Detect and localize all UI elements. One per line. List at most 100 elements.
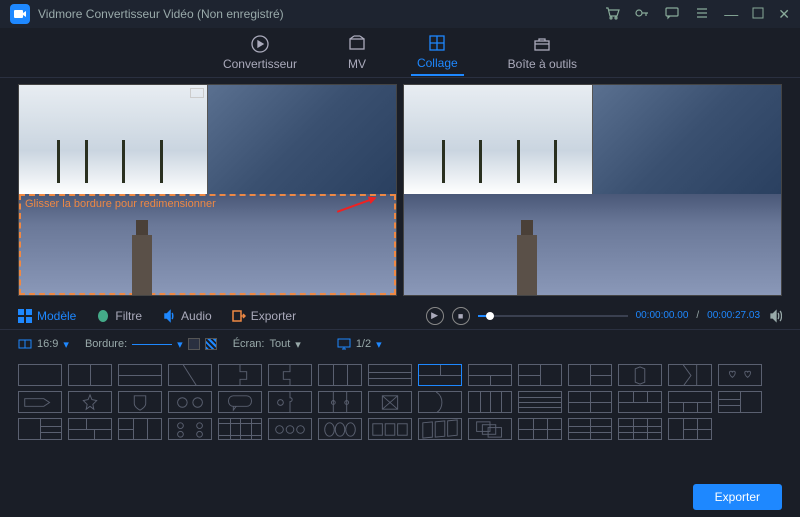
volume-icon[interactable]	[768, 309, 782, 323]
ratio-select[interactable]: 16:9 ▾	[18, 337, 69, 351]
screen-value: Tout	[269, 338, 290, 350]
template-2x2offset[interactable]	[68, 418, 112, 440]
tab-audio[interactable]: Audio	[162, 309, 212, 323]
template-stack3[interactable]	[468, 418, 512, 440]
workspace: Glisser la bordure pour redimensionner	[0, 78, 800, 302]
template-puzzle2[interactable]	[268, 391, 312, 413]
template-3c-l2[interactable]	[118, 418, 162, 440]
chevron-down-icon: ▾	[177, 338, 183, 351]
template-notch-l[interactable]	[268, 364, 312, 386]
stop-button[interactable]: ■	[452, 307, 470, 325]
template-r-split[interactable]	[568, 364, 612, 386]
template-hex[interactable]	[618, 364, 662, 386]
tab-model-label: Modèle	[37, 309, 76, 323]
ratio-value: 16:9	[37, 338, 58, 350]
model-icon	[18, 309, 32, 323]
template-star[interactable]	[68, 391, 112, 413]
tab-toolbox-label: Boîte à outils	[508, 57, 577, 71]
export-button[interactable]: Exporter	[693, 484, 782, 510]
resize-hint: Glisser la bordure pour redimensionner	[25, 198, 216, 210]
menu-icon[interactable]	[694, 5, 710, 24]
tab-converter-label: Convertisseur	[223, 57, 297, 71]
template-t-split[interactable]	[418, 364, 462, 386]
template-1x3[interactable]	[318, 364, 362, 386]
converter-icon	[250, 34, 270, 54]
template-tb-split[interactable]	[468, 364, 512, 386]
color-swatch-1[interactable]	[188, 338, 200, 350]
settings-tabbar: Modèle Filtre Audio Exporter ▶ ■ 00:00:0…	[0, 302, 800, 330]
feedback-icon[interactable]	[664, 5, 680, 24]
template-2x1[interactable]	[118, 364, 162, 386]
color-swatch-2[interactable]	[205, 338, 217, 350]
aspect-badge-icon	[190, 88, 204, 98]
toolbox-icon	[532, 34, 552, 54]
border-style-select[interactable]	[132, 344, 172, 345]
template-arrow[interactable]	[18, 391, 62, 413]
scale-option[interactable]: 1/2 ▾	[337, 337, 382, 351]
template-3x3[interactable]	[618, 418, 662, 440]
template-3skew[interactable]	[418, 418, 462, 440]
template-oval3[interactable]	[318, 418, 362, 440]
template-3rect-h[interactable]	[368, 418, 412, 440]
tab-audio-label: Audio	[181, 309, 212, 323]
key-icon[interactable]	[634, 5, 650, 24]
seek-slider[interactable]	[478, 315, 628, 317]
template-chat[interactable]	[218, 391, 262, 413]
tab-export[interactable]: Exporter	[232, 309, 296, 323]
template-mixed[interactable]	[668, 418, 712, 440]
template-2x3[interactable]	[568, 418, 612, 440]
tab-model[interactable]: Modèle	[18, 309, 76, 323]
tab-collage[interactable]: Collage	[411, 29, 464, 76]
template-l-split[interactable]	[518, 364, 562, 386]
collage-cell-top-right[interactable]	[208, 85, 396, 194]
close-icon[interactable]: ✕	[778, 6, 790, 23]
collage-cell-bottom[interactable]: Glisser la bordure pour redimensionner	[19, 194, 396, 295]
template-2x2[interactable]	[568, 391, 612, 413]
template-2c3r[interactable]	[18, 418, 62, 440]
border-option: Bordure: ▾	[85, 338, 217, 351]
tab-toolbox[interactable]: Boîte à outils	[502, 30, 583, 75]
main-nav: Convertisseur MV Collage Boîte à outils	[0, 28, 800, 78]
template-zigzag[interactable]	[668, 364, 712, 386]
tab-mv[interactable]: MV	[341, 30, 373, 75]
export-icon	[232, 309, 246, 323]
template-shield[interactable]	[118, 391, 162, 413]
tab-converter[interactable]: Convertisseur	[217, 30, 303, 75]
tab-filter[interactable]: Filtre	[96, 309, 142, 323]
template-1x2[interactable]	[68, 364, 112, 386]
template-curve-r[interactable]	[418, 391, 462, 413]
play-button[interactable]: ▶	[426, 307, 444, 325]
template-3circles-h[interactable]	[268, 418, 312, 440]
template-1x1[interactable]	[18, 364, 62, 386]
maximize-icon[interactable]	[752, 6, 764, 22]
screen-option[interactable]: Écran: Tout ▾	[233, 338, 301, 351]
preview-pane	[403, 84, 782, 296]
template-puzzle3[interactable]	[318, 391, 362, 413]
template-xbox[interactable]	[368, 391, 412, 413]
template-notch-r[interactable]	[218, 364, 262, 386]
template-1x4[interactable]	[468, 391, 512, 413]
template-hearts[interactable]	[718, 364, 762, 386]
mv-icon	[347, 34, 367, 54]
template-diag[interactable]	[168, 364, 212, 386]
template-2circles[interactable]	[168, 391, 212, 413]
template-2r3t[interactable]	[618, 391, 662, 413]
playback-bar: ▶ ■ 00:00:00.00 / 00:00:27.03	[426, 307, 782, 325]
template-4x1[interactable]	[518, 391, 562, 413]
screen-label: Écran:	[233, 338, 265, 350]
template-grid	[0, 358, 800, 446]
collage-icon	[427, 33, 447, 53]
template-film[interactable]	[218, 418, 262, 440]
tab-mv-label: MV	[348, 57, 366, 71]
border-label: Bordure:	[85, 338, 127, 350]
editor-pane[interactable]: Glisser la bordure pour redimensionner	[18, 84, 397, 296]
template-2c3l[interactable]	[718, 391, 762, 413]
template-3x2[interactable]	[518, 418, 562, 440]
tab-filter-label: Filtre	[115, 309, 142, 323]
template-3x1[interactable]	[368, 364, 412, 386]
template-4circles[interactable]	[168, 418, 212, 440]
template-2r3b[interactable]	[668, 391, 712, 413]
cart-icon[interactable]	[604, 5, 620, 24]
collage-cell-top-left[interactable]	[19, 85, 208, 194]
minimize-icon[interactable]: —	[724, 6, 738, 22]
